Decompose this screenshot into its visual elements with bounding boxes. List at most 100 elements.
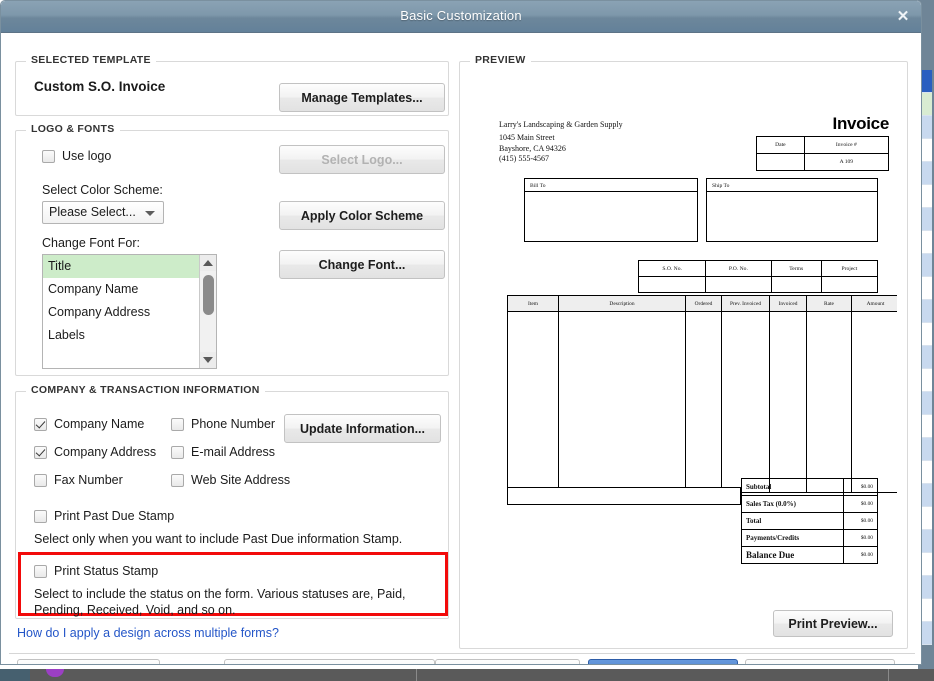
font-list-item[interactable]: Title (43, 255, 216, 278)
scroll-down-icon[interactable] (200, 352, 216, 368)
cancel-button[interactable]: Cancel (745, 659, 895, 664)
project-value (820, 276, 879, 293)
print-past-due-stamp-checkbox[interactable] (34, 509, 47, 523)
font-list-item[interactable]: Labels (43, 324, 216, 347)
rate-cell (806, 311, 852, 493)
sales-tax-amount: $0.00 (843, 495, 878, 513)
company-address-checkbox-row[interactable]: Company Address (34, 445, 156, 459)
status-stamp-note: Select to include the status on the form… (34, 587, 406, 617)
table-row: S.O. No. P.O. No. Terms Project (637, 260, 879, 277)
table-row (507, 311, 897, 493)
email-address-checkbox[interactable] (171, 445, 184, 459)
scrollbar-thumb[interactable] (203, 275, 214, 315)
total-label: Total (741, 512, 844, 530)
subtotal-amount: $0.00 (843, 478, 878, 496)
design-across-forms-link[interactable]: How do I apply a design across multiple … (17, 626, 279, 640)
font-target-listbox[interactable]: Title Company Name Company Address Label… (42, 254, 217, 369)
invoice-preview-sheet: Larry's Landscaping & Garden Supply 1045… (469, 74, 897, 602)
ship-to-box: Ship To (706, 178, 878, 242)
dialog-title: Basic Customization (400, 8, 522, 23)
table-row: Sales Tax (0.0%) $0.00 (741, 495, 878, 513)
table-row: Date Invoice # (756, 136, 890, 154)
balance-due-amount: $0.00 (843, 546, 878, 564)
print-preview-button[interactable]: Print Preview... (773, 610, 893, 637)
amount-cell (851, 311, 897, 493)
company-address-label: Company Address (54, 445, 157, 459)
use-logo-checkbox-row[interactable]: Use logo (42, 149, 111, 163)
manage-templates-button[interactable]: Manage Templates... (279, 83, 445, 112)
font-list-item[interactable]: Company Name (43, 278, 216, 301)
print-status-stamp-checkbox-row[interactable]: Print Status Stamp (34, 564, 158, 578)
table-row: A 109 (756, 153, 890, 171)
print-past-due-stamp-checkbox-row[interactable]: Print Past Due Stamp (34, 509, 174, 523)
invoice-line-items-table: Item Description Ordered Prev. Invoiced … (507, 295, 897, 493)
close-icon[interactable]: ✕ (895, 9, 911, 25)
font-list-item[interactable]: Company Address (43, 301, 216, 324)
company-name-checkbox-row[interactable]: Company Name (34, 417, 144, 431)
web-site-address-checkbox[interactable] (171, 473, 184, 487)
scroll-up-icon[interactable] (200, 255, 216, 271)
invoice-number-header: Invoice # (803, 136, 890, 154)
print-status-stamp-checkbox[interactable] (34, 564, 47, 578)
font-list-scrollbar[interactable] (199, 255, 216, 368)
fax-number-checkbox[interactable] (34, 473, 47, 487)
chevron-down-icon (145, 211, 155, 216)
prev-invoiced-cell (721, 311, 770, 493)
sales-tax-label: Sales Tax (0.0%) (741, 495, 844, 513)
footer-button-bar: Help Additional Customization... Layout … (1, 654, 921, 664)
fax-number-checkbox-row[interactable]: Fax Number (34, 473, 123, 487)
basic-customization-dialog: Basic Customization ✕ SELECTED TEMPLATE … (0, 0, 922, 665)
phone-number-label: Phone Number (191, 417, 276, 431)
invoiced-cell (769, 311, 807, 493)
invoice-meta-table: S.O. No. P.O. No. Terms Project (637, 260, 879, 293)
web-site-address-checkbox-row[interactable]: Web Site Address (171, 473, 290, 487)
color-scheme-select[interactable]: Please Select... (42, 201, 164, 224)
terms-header: Terms (770, 260, 822, 277)
invoice-totals-table: Subtotal $0.00 Sales Tax (0.0%) $0.00 To… (741, 478, 878, 564)
phone-number-checkbox-row[interactable]: Phone Number (171, 417, 275, 431)
email-address-checkbox-row[interactable]: E-mail Address (171, 445, 275, 459)
phone-number-checkbox[interactable] (171, 417, 184, 431)
update-information-button[interactable]: Update Information... (284, 414, 441, 443)
table-row: Balance Due $0.00 (741, 546, 878, 564)
amount-header: Amount (851, 295, 897, 312)
change-font-button[interactable]: Change Font... (279, 250, 445, 279)
apply-color-scheme-button[interactable]: Apply Color Scheme (279, 201, 445, 230)
project-header: Project (820, 260, 879, 277)
logo-and-fonts-group-label: LOGO & FONTS (26, 123, 120, 135)
help-button[interactable]: Help (17, 659, 160, 664)
invoice-address-line: (415) 555-4567 (499, 154, 549, 163)
use-logo-checkbox[interactable] (42, 149, 55, 163)
invoice-blank-strip (507, 487, 741, 505)
taskbar-app-icon[interactable] (46, 669, 64, 677)
po-no-header: P.O. No. (705, 260, 772, 277)
layout-designer-button[interactable]: Layout Designer... (435, 659, 580, 664)
company-address-checkbox[interactable] (34, 445, 47, 459)
ok-button[interactable]: OK (588, 659, 738, 664)
color-scheme-selected-value: Please Select... (49, 205, 136, 219)
invoice-doc-title: Invoice (832, 114, 890, 133)
dialog-body: SELECTED TEMPLATE Custom S.O. Invoice Ma… (1, 33, 921, 664)
table-row (637, 276, 879, 293)
print-status-stamp-label: Print Status Stamp (54, 564, 159, 578)
additional-customization-button[interactable]: Additional Customization... (224, 659, 435, 664)
ordered-cell (685, 311, 722, 493)
prev-invoiced-header: Prev. Invoiced (721, 295, 770, 312)
email-address-label: E-mail Address (191, 445, 276, 459)
subtotal-label: Subtotal (741, 478, 844, 496)
print-past-due-stamp-label: Print Past Due Stamp (54, 509, 175, 523)
date-header: Date (756, 136, 805, 154)
po-no-value (705, 276, 772, 293)
invoice-number-value: A 109 (803, 153, 890, 171)
invoice-address-line: 1045 Main Street (499, 133, 555, 142)
taskbar-divider (888, 669, 889, 681)
description-header: Description (558, 295, 686, 312)
dialog-titlebar: Basic Customization ✕ (1, 1, 921, 33)
item-cell (507, 311, 559, 493)
select-logo-button[interactable]: Select Logo... (279, 145, 445, 174)
company-name-checkbox[interactable] (34, 417, 47, 431)
selected-template-group-label: SELECTED TEMPLATE (26, 54, 156, 66)
select-color-scheme-label: Select Color Scheme: (42, 183, 163, 197)
taskbar-divider (416, 669, 417, 681)
taskbar (0, 669, 934, 681)
